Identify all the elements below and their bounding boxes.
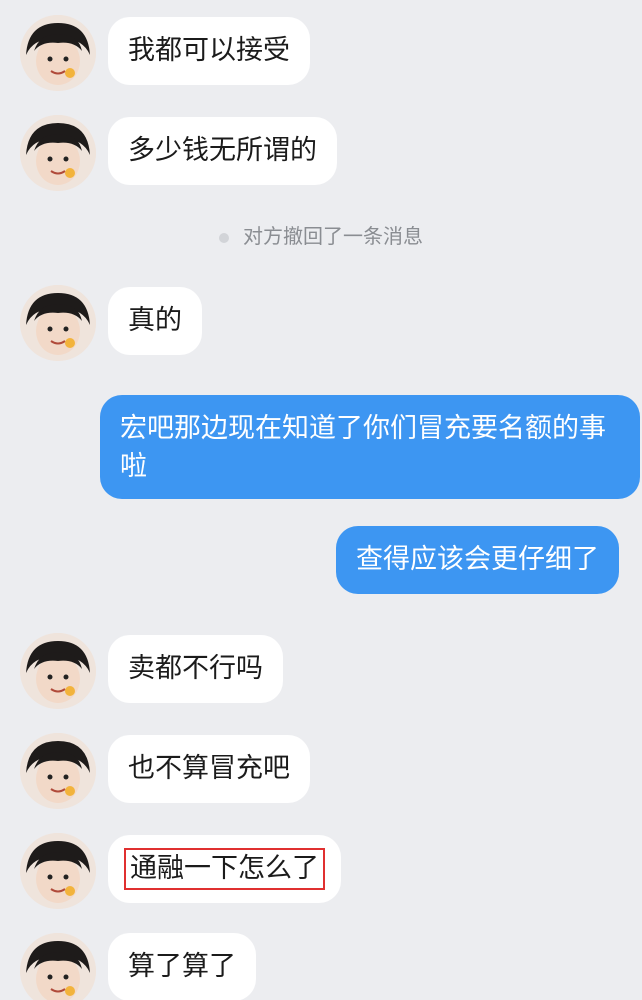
message-text: 宏吧那边现在知道了你们冒充要名额的事啦 (120, 413, 606, 482)
message-text-highlighted: 通融一下怎么了 (124, 848, 325, 890)
user-avatar-icon[interactable] (20, 733, 96, 809)
recall-dot-icon (219, 232, 229, 243)
user-avatar-icon[interactable] (20, 933, 96, 1000)
message-bubble[interactable]: 多少钱无所谓的 (108, 117, 337, 185)
message-bubble[interactable]: 算了算了 (108, 933, 256, 1000)
message-text: 卖都不行吗 (128, 653, 263, 684)
message-text: 查得应该会更仔细了 (356, 544, 599, 575)
user-avatar-icon[interactable] (20, 285, 96, 361)
message-text: 也不算冒充吧 (128, 753, 290, 784)
message-text: 多少钱无所谓的 (128, 135, 317, 166)
message-bubble[interactable]: 通融一下怎么了 (108, 835, 341, 903)
message-text: 真的 (128, 305, 182, 336)
recall-text: 对方撤回了一条消息 (243, 224, 423, 248)
recall-notice: 对方撤回了一条消息 (0, 220, 642, 249)
message-bubble-outgoing[interactable]: 查得应该会更仔细了 (336, 526, 619, 594)
user-avatar-icon[interactable] (20, 833, 96, 909)
message-text: 我都可以接受 (128, 35, 290, 66)
message-bubble[interactable]: 卖都不行吗 (108, 635, 283, 703)
chat-window: 我都可以接受 多少钱无所谓的 对方撤回了一条消息 真的 宏吧那边现在知道了你们冒… (0, 0, 642, 1000)
message-bubble[interactable]: 也不算冒充吧 (108, 735, 310, 803)
message-bubble-outgoing[interactable]: 宏吧那边现在知道了你们冒充要名额的事啦 (100, 395, 640, 499)
user-avatar-icon[interactable] (20, 633, 96, 709)
message-text: 算了算了 (128, 951, 236, 982)
message-bubble[interactable]: 真的 (108, 287, 202, 355)
message-bubble[interactable]: 我都可以接受 (108, 17, 310, 85)
user-avatar-icon[interactable] (20, 15, 96, 91)
user-avatar-icon[interactable] (20, 115, 96, 191)
